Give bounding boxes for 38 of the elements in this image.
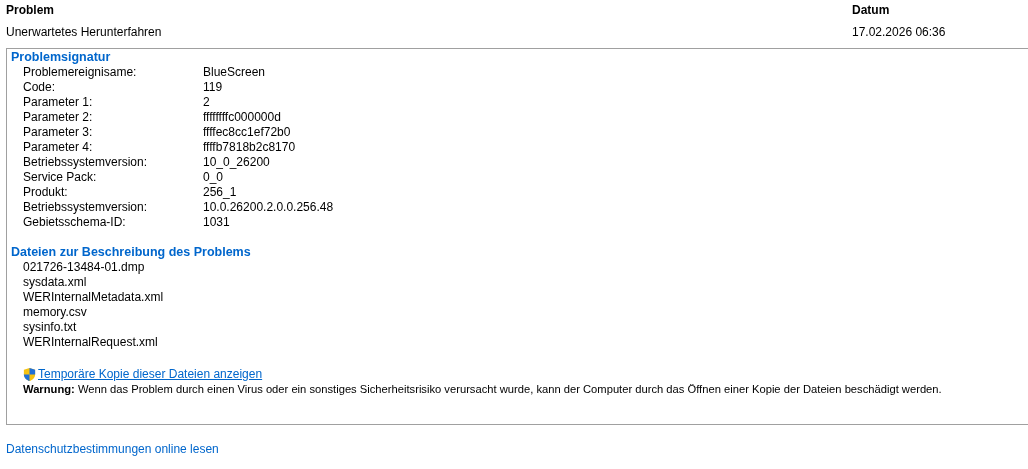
file-name: sysinfo.txt [23, 320, 77, 335]
field-label: Code: [23, 80, 56, 95]
cell-text: Unerwartetes Herunterfahren [6, 25, 162, 40]
field-value: 10_0_26200 [203, 155, 270, 170]
warning-text: Warnung: Wenn das Problem durch einen Virus oder ein sonstiges Sicherheitsrisiko verursacht wurde, kann der Computer durch das Öffnen einer Kopie der Dateien beschädigt werden. [22, 382, 943, 397]
field-label: Parameter 1: [23, 95, 93, 110]
file-name: WERInternalMetadata.xml [23, 290, 164, 305]
column-header: Datum [852, 3, 890, 18]
field-value: ffffffffc000000d [203, 110, 281, 125]
field-label: Parameter 4: [23, 140, 93, 155]
field-label: Betriebssystemversion: [23, 200, 148, 215]
field-value: 256_1 [203, 185, 237, 200]
file-name: WERInternalRequest.xml [23, 335, 158, 350]
field-label: Parameter 2: [23, 110, 93, 125]
file-name: 021726-13484-01.dmp [23, 260, 145, 275]
file-name: sysdata.xml [23, 275, 87, 290]
shield-icon [22, 367, 37, 382]
column-header: Problem [6, 3, 54, 18]
field-value: 119 [203, 80, 223, 95]
field-value: ffffec8cc1ef72b0 [203, 125, 291, 140]
field-value: BlueScreen [203, 65, 266, 80]
link[interactable]: Temporäre Kopie dieser Dateien anzeigen [38, 367, 263, 382]
field-value: 1031 [203, 215, 230, 230]
field-label: Gebietsschema-ID: [23, 215, 126, 230]
field-label: Problemereignisame: [23, 65, 137, 80]
field-value: 2 [203, 95, 210, 110]
field-label: Produkt: [23, 185, 68, 200]
field-label: Betriebssystemversion: [23, 155, 148, 170]
section-heading: Problemsignatur [11, 50, 112, 65]
privacy-link[interactable]: Datenschutzbestimmungen online lesen [6, 442, 219, 456]
field-value: ffffb7818b2c8170 [203, 140, 296, 155]
section-heading: Dateien zur Beschreibung des Problems [11, 245, 252, 260]
field-value: 10.0.26200.2.0.0.256.48 [203, 200, 334, 215]
field-label: Service Pack: [23, 170, 97, 185]
cell-text: 17.02.2026 06:36 [852, 25, 946, 40]
field-label: Parameter 3: [23, 125, 93, 140]
field-value: 0_0 [203, 170, 224, 185]
file-name: memory.csv [23, 305, 87, 320]
